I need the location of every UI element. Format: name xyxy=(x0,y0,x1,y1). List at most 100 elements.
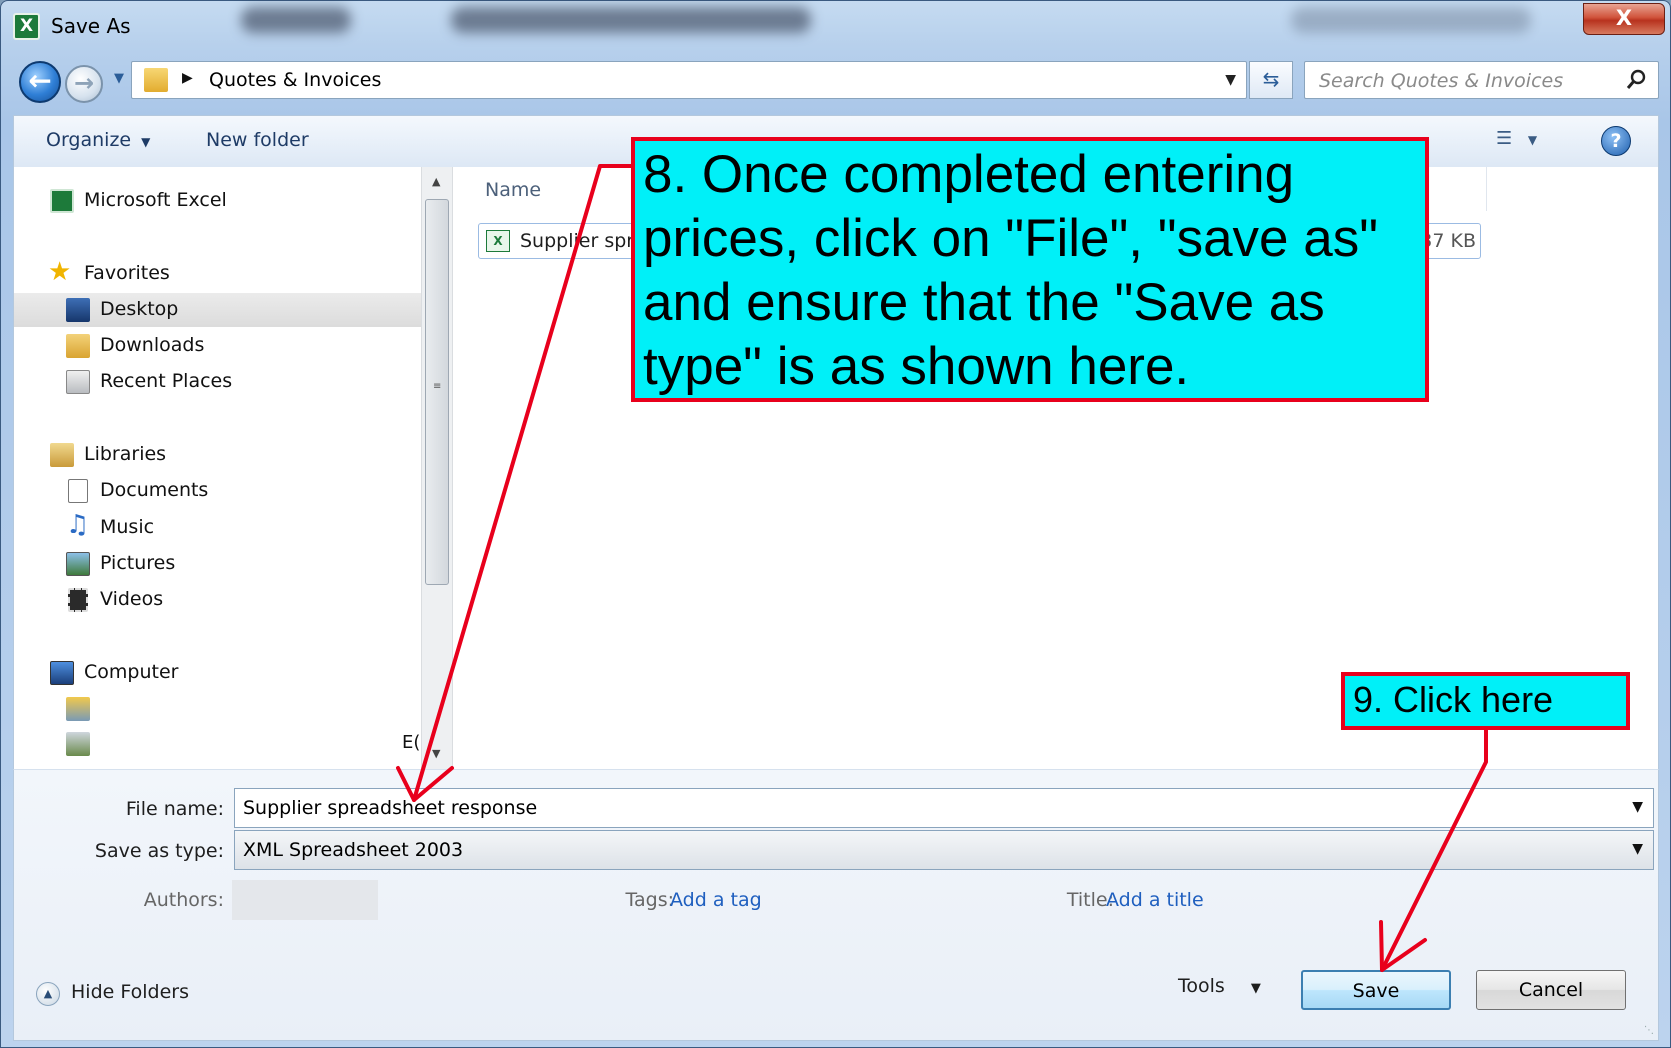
authors-field[interactable] xyxy=(232,880,378,920)
nav-item-downloads[interactable]: Downloads xyxy=(14,329,421,363)
chevron-down-icon: ▼ xyxy=(1250,981,1261,996)
scroll-down-icon[interactable]: ▼ xyxy=(432,747,440,760)
navigation-pane: Microsoft Excel ★ Favorites Desktop Down… xyxy=(13,167,421,769)
change-view-button[interactable]: ☰ ▼ xyxy=(1496,128,1537,149)
chevron-down-icon[interactable]: ▼ xyxy=(1632,799,1643,815)
save-as-type-select[interactable]: XML Spreadsheet 2003 ▼ xyxy=(234,830,1654,870)
nav-item-label: Pictures xyxy=(100,552,176,574)
navigation-scrollbar[interactable]: ▲ ≡ ▼ xyxy=(421,167,453,769)
nav-item-microsoft-excel[interactable]: Microsoft Excel xyxy=(14,184,421,218)
tools-label: Tools xyxy=(1178,975,1225,997)
excel-app-icon: X xyxy=(13,13,40,40)
column-header-name[interactable]: Name xyxy=(485,179,541,201)
blurred-title-region xyxy=(241,7,351,33)
nav-item-favorites[interactable]: ★ Favorites xyxy=(14,257,421,291)
breadcrumb-chevron-icon[interactable]: ▶ xyxy=(182,70,193,86)
nav-item-label: Libraries xyxy=(84,443,167,465)
chevron-down-icon: ▼ xyxy=(1527,133,1538,147)
save-as-type-label: Save as type: xyxy=(94,840,224,862)
nav-item-label: Favorites xyxy=(84,262,170,284)
nav-item-label: Recent Places xyxy=(100,370,233,392)
desktop-icon xyxy=(66,298,90,322)
scrollbar-grip-icon: ≡ xyxy=(433,381,442,392)
nav-item-desktop[interactable]: Desktop xyxy=(14,293,421,327)
back-arrow-icon[interactable]: ← xyxy=(19,61,61,103)
nav-item-libraries[interactable]: Libraries xyxy=(14,438,421,472)
save-form: File name: Supplier spreadsheet response… xyxy=(13,769,1659,1041)
nav-item-documents[interactable]: Documents xyxy=(14,474,421,508)
scrollbar-thumb[interactable] xyxy=(425,199,449,585)
nav-item-label: Videos xyxy=(100,588,164,610)
cancel-button[interactable]: Cancel xyxy=(1476,970,1626,1010)
star-icon: ★ xyxy=(48,257,72,287)
title-label: Title: xyxy=(1066,889,1114,911)
step-8-callout: 8. Once completed entering prices, click… xyxy=(631,137,1429,402)
close-button[interactable]: X xyxy=(1583,3,1665,35)
libraries-icon xyxy=(50,443,74,467)
nav-item-local-disk[interactable] xyxy=(14,692,421,726)
new-folder-button[interactable]: New folder xyxy=(206,129,309,151)
computer-icon xyxy=(50,661,74,685)
nav-item-music[interactable]: ♫ Music xyxy=(14,511,421,545)
forward-arrow-icon[interactable]: → xyxy=(65,65,103,103)
local-disk-icon xyxy=(66,697,90,721)
search-input[interactable]: Search Quotes & Invoices xyxy=(1304,61,1659,99)
breadcrumb-path[interactable]: Quotes & Invoices xyxy=(209,69,381,91)
nav-item-network-drive[interactable]: E( xyxy=(14,727,421,761)
add-tag-link[interactable]: Add a tag xyxy=(670,889,762,911)
authors-label: Authors: xyxy=(143,889,224,911)
recent-pages-dropdown-icon[interactable]: ▼ xyxy=(114,71,124,86)
excel-icon xyxy=(50,189,74,213)
nav-item-label: Microsoft Excel xyxy=(84,189,227,211)
hide-folders-label: Hide Folders xyxy=(71,981,189,1003)
details-view-icon: ☰ xyxy=(1496,128,1513,149)
nav-item-label: Downloads xyxy=(100,334,205,356)
chevron-down-icon[interactable]: ▼ xyxy=(1632,841,1643,857)
help-icon[interactable]: ? xyxy=(1601,126,1631,156)
column-divider xyxy=(1486,167,1487,211)
address-bar[interactable]: ▶ Quotes & Invoices ▼ xyxy=(131,61,1247,99)
window-title: Save As xyxy=(51,14,131,38)
clipped-drive-label: E( xyxy=(402,732,421,753)
save-button[interactable]: Save xyxy=(1301,970,1451,1010)
chevron-down-icon: ▼ xyxy=(141,135,151,149)
title-bar: X Save As X xyxy=(1,1,1670,51)
tools-menu[interactable]: Tools ▼ xyxy=(1178,975,1261,997)
network-drive-icon xyxy=(66,732,90,756)
file-name-value: Supplier spreadsheet response xyxy=(243,797,538,819)
music-icon: ♫ xyxy=(66,510,90,540)
resize-grip-icon[interactable]: ⋱ xyxy=(1644,1025,1654,1036)
nav-item-computer[interactable]: Computer xyxy=(14,656,421,690)
nav-item-pictures[interactable]: Pictures xyxy=(14,547,421,581)
search-placeholder: Search Quotes & Invoices xyxy=(1319,70,1564,92)
address-row: ← → ▼ ▶ Quotes & Invoices ▼ ⇆ Search Quo… xyxy=(1,57,1670,105)
file-name: Supplier spre xyxy=(520,230,646,252)
scroll-up-icon[interactable]: ▲ xyxy=(432,175,440,188)
refresh-icon[interactable]: ⇆ xyxy=(1249,61,1293,99)
recent-places-icon xyxy=(66,370,90,394)
nav-item-label: Documents xyxy=(100,479,209,501)
file-name-label: File name: xyxy=(125,798,224,820)
save-as-type-value: XML Spreadsheet 2003 xyxy=(243,839,464,861)
organize-label: Organize xyxy=(46,129,132,151)
pictures-icon xyxy=(66,552,90,576)
downloads-folder-icon xyxy=(66,334,90,358)
nav-item-label: Computer xyxy=(84,661,179,683)
excel-xml-file-icon: X xyxy=(486,230,510,252)
nav-item-recent-places[interactable]: Recent Places xyxy=(14,365,421,399)
organize-menu[interactable]: Organize ▼ xyxy=(46,129,150,151)
blurred-title-region xyxy=(1291,7,1531,33)
add-title-link[interactable]: Add a title xyxy=(1106,889,1204,911)
nav-item-videos[interactable]: Videos xyxy=(14,583,421,617)
search-icon[interactable] xyxy=(1626,68,1648,90)
folder-icon xyxy=(144,68,168,92)
documents-icon xyxy=(68,479,88,503)
nav-item-label: Desktop xyxy=(100,298,179,320)
videos-icon xyxy=(68,588,88,612)
address-dropdown-icon[interactable]: ▼ xyxy=(1225,72,1236,88)
blurred-title-region xyxy=(451,7,811,33)
file-name-field[interactable]: Supplier spreadsheet response ▼ xyxy=(234,788,1654,828)
step-9-callout: 9. Click here xyxy=(1341,672,1630,730)
nav-item-label: Music xyxy=(100,516,155,538)
collapse-up-icon: ▲ xyxy=(36,982,60,1006)
